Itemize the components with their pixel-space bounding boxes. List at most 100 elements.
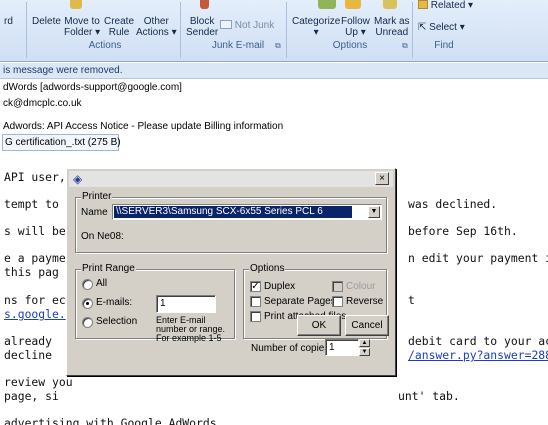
create-rule-line2: Rule [108,27,130,38]
categorize-button[interactable]: Categorize ▾ [292,16,340,38]
subject-value: Adwords: API Access Notice - Please upda… [3,121,284,132]
body-line: t [408,293,415,307]
range-hint: Enter E-mail number or range. For exampl… [156,316,225,343]
delete-button[interactable]: Delete [32,16,61,27]
print-range-group: Print Range All E-mails: 1 Selection Ent… [75,263,235,343]
body-line: decline [4,348,53,362]
body-line: ns for ec [4,293,66,307]
group-label-junk: Junk E-mail [211,40,265,51]
move-to-folder-button[interactable]: Move to Folder ▾ [64,16,100,38]
group-label-find: Find [434,40,454,51]
other-actions-line2: Actions ▾ [136,27,177,38]
copies-label: Number of copies: [251,343,333,354]
block-sender-icon [200,0,209,9]
close-icon[interactable]: × [375,172,389,185]
move-to-folder-line2: Folder ▾ [64,27,101,38]
not-junk-button[interactable]: Not Junk [220,20,274,31]
attachment-item[interactable]: G certification_.txt (275 B) [2,134,121,151]
related-label: Related ▾ [430,0,474,11]
body-line: review you [4,375,73,389]
follow-up-button[interactable]: Follow Up ▾ [341,16,370,38]
range-hint-line: For example 1-5 [156,333,222,343]
block-sender-line1: Block [189,16,215,27]
categorize-line2: ▾ [313,27,319,38]
colour-label: Colour [346,281,376,292]
reverse-checkbox[interactable] [332,296,343,307]
spin-down-icon[interactable]: ▼ [359,348,370,356]
body-link[interactable]: s.google. [4,307,66,321]
duplex-label: Duplex [264,281,296,292]
select-button[interactable]: ⇱ Select ▾ [418,22,465,33]
move-folder-icon [70,0,82,9]
from-value: dWords [adwords-support@google.com] [3,82,182,93]
follow-up-line2: Up ▾ [345,27,366,38]
cursor-icon: ⇱ [418,22,427,33]
spin-up-icon[interactable]: ▲ [359,339,370,347]
group-label-actions: Actions [88,40,122,51]
follow-up-icon [345,0,361,9]
categorize-line1: Categorize [292,16,341,27]
body-line: s will be [4,224,66,238]
body-line: API user, [4,170,66,184]
body-line: debit card to your ac [408,334,548,348]
create-rule-button[interactable]: Create Rule [104,16,134,38]
dialog-app-icon: ◈ [73,172,83,186]
mark-as-unread-line2: Unread [375,27,409,38]
info-bar: is message were removed. [0,63,548,79]
printer-select-value: \\SERVER3\Samsung SCX-6x55 Series PCL 6 [114,206,352,218]
not-junk-label: Not Junk [234,20,275,31]
chevron-down-icon[interactable]: ▼ [368,206,380,218]
body-line: was declined. [408,197,498,211]
ribbon-separator [286,2,287,58]
cancel-button[interactable]: Cancel [345,315,389,336]
mark-as-unread-button[interactable]: Mark as Unread [374,16,410,38]
body-link[interactable]: /answer.py?answer=2889 [408,348,548,362]
dialog-launcher-icon[interactable]: ⧉ [275,41,281,51]
options-label: Options [249,263,286,274]
duplex-checkbox[interactable]: ✓ [250,281,261,292]
delete-partial-label: rd [4,16,13,27]
mark-unread-icon [383,0,397,9]
block-sender-line2: Sender [186,27,219,38]
copies-input[interactable]: 1 [325,339,359,356]
ok-button[interactable]: OK [297,315,341,336]
print-dialog: ◈ × Printer Name \\SERVER3\Samsung SCX-6… [66,168,396,376]
colour-checkbox[interactable] [332,281,343,292]
related-icon [418,0,428,9]
dialog-title-bar[interactable]: ◈ × [69,171,393,187]
body-line: e a payme [4,251,66,265]
ribbon-separator [180,2,181,58]
print-attached-checkbox[interactable] [250,311,261,322]
other-actions-line1: Other [143,16,169,27]
body-line: page, si [4,389,59,403]
emails-range-input[interactable]: 1 [156,295,216,313]
range-all-radio[interactable] [82,279,93,290]
printer-select[interactable]: \\SERVER3\Samsung SCX-6x55 Series PCL 6 … [112,204,382,220]
separate-pages-checkbox[interactable] [250,296,261,307]
group-label-options: Options [332,40,368,51]
body-line: before Sep 16th. [408,224,518,238]
follow-up-line1: Follow [341,16,370,27]
move-to-folder-line1: Move to [64,16,100,27]
range-emails-radio[interactable] [82,298,93,309]
print-range-label: Print Range [81,263,136,274]
select-label: Select ▾ [429,22,465,33]
body-line: n edit your payment in [408,251,548,265]
range-selection-label: Selection [96,316,138,327]
create-rule-line1: Create [104,16,135,27]
other-actions-button[interactable]: Other Actions ▾ [136,16,177,38]
range-all-label: All [96,278,108,289]
block-sender-button[interactable]: Block Sender [186,16,218,38]
range-selection-radio[interactable] [82,317,93,328]
ribbon-separator [26,2,27,58]
dialog-launcher-icon[interactable]: ⧉ [402,41,408,51]
categorize-icon [318,0,336,9]
related-button[interactable]: Related ▾ [418,0,473,11]
to-value: ck@dmcplc.co.uk [3,98,82,109]
range-emails-label: E-mails: [96,297,133,308]
body-line: advertising with Google AdWords. [4,416,224,425]
printer-group-label: Printer [81,191,113,202]
envelope-icon [220,20,232,29]
body-line: tempt to p [4,197,73,211]
printer-group: Printer Name \\SERVER3\Samsung SCX-6x55 … [75,191,387,253]
